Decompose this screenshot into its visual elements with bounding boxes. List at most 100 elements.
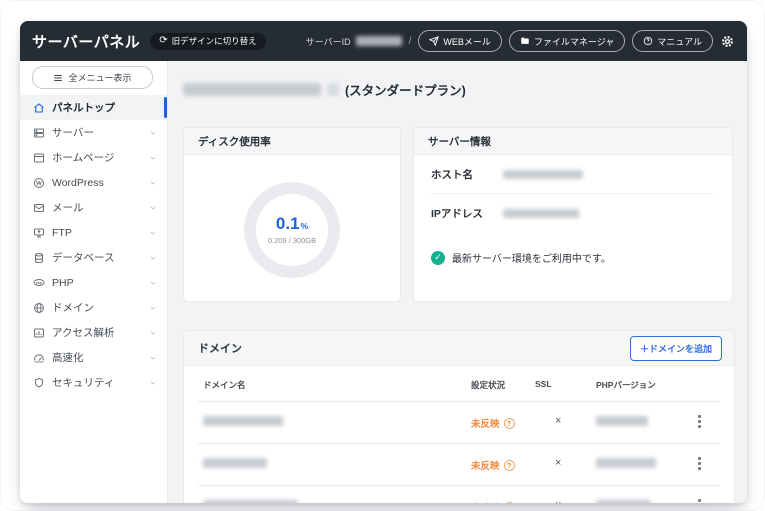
app-title: サーバーパネル [32, 33, 141, 51]
status-badge: 未反映 ? [471, 458, 515, 472]
analytics-icon [33, 327, 45, 339]
sidebar-item-ftp[interactable]: FTP [20, 220, 167, 245]
ssl-status: × [555, 499, 561, 503]
hamburger-icon [53, 73, 63, 83]
gear-icon[interactable] [720, 34, 735, 49]
domain-title: ドメイン [198, 343, 242, 355]
sidebar-item-php[interactable]: php PHP [20, 270, 167, 295]
manual-button[interactable]: マニュアル [632, 30, 713, 52]
all-menu-button[interactable]: 全メニュー表示 [32, 66, 153, 89]
ip-address-value-redacted [503, 208, 579, 218]
server-env-status: ✓ 最新サーバー環境をご利用中です。 [431, 250, 715, 265]
domain-table-row[interactable]: 未反映 ? × [184, 485, 734, 503]
sidebar-item-database[interactable]: データベース [20, 245, 167, 270]
plan-label: (スタンダードプラン) [345, 84, 466, 98]
sidebar-item-access-analytics[interactable]: アクセス解析 [20, 320, 167, 345]
host-name-value-redacted [503, 169, 583, 179]
sidebar-item-speed[interactable]: 高速化 [20, 345, 167, 370]
disk-usage-amount: 0.209 / 300GB [267, 236, 317, 245]
paper-plane-icon [429, 36, 440, 46]
svg-text:php: php [36, 281, 42, 285]
disk-usage-percent: 0.1 % [275, 214, 309, 233]
chevron-down-icon [149, 154, 157, 162]
chevron-down-icon [149, 329, 157, 337]
sidebar-nav: パネルトップ サーバー ホームページ WordPress メール FTP データ… [20, 95, 167, 395]
main-content: (スタンダードプラン) ディスク使用率 0.1 % 0.209 / 300GB … [168, 61, 747, 503]
chevron-down-icon [149, 204, 157, 212]
top-header: サーバーパネル ⟳ 旧デザインに切り替え サーバーID / WEBメール ファイ… [20, 21, 747, 61]
mail-icon [33, 202, 45, 214]
php-version-redacted [596, 416, 648, 426]
question-circle-icon [643, 36, 653, 46]
server-panel-window: サーバーパネル ⟳ 旧デザインに切り替え サーバーID / WEBメール ファイ… [20, 21, 747, 503]
sidebar-item-server[interactable]: サーバー [20, 120, 167, 145]
folder-icon [520, 36, 530, 46]
ip-address-label: IPアドレス [431, 207, 483, 220]
chevron-down-icon [149, 254, 157, 262]
header-separator: / [408, 35, 412, 47]
server-info-card: サーバー情報 ホスト名 IPアドレス ✓ 最新サーバー環境をご利用中です。 [413, 127, 733, 302]
chevron-down-icon [149, 279, 157, 287]
domain-name-redacted [203, 500, 298, 503]
chevron-down-icon [149, 179, 157, 187]
kebab-menu-icon[interactable] [696, 455, 703, 472]
server-icon [33, 127, 45, 139]
domain-name-redacted [203, 416, 283, 426]
domain-name-redacted [203, 458, 267, 468]
php-version-redacted [596, 500, 651, 503]
ssl-status: × [555, 457, 562, 469]
disk-usage-card: ディスク使用率 0.1 % 0.209 / 300GB [183, 127, 401, 302]
sidebar-item-homepage[interactable]: ホームページ [20, 145, 167, 170]
chevron-down-icon [149, 354, 157, 362]
sidebar-item-security[interactable]: セキュリティ [20, 370, 167, 395]
account-name-redacted [183, 83, 321, 96]
domain-table-row[interactable]: 未反映 ? × [184, 443, 734, 485]
domain-table-header: ドメイン名 設定状況 SSL PHPバージョン [184, 379, 734, 399]
col-domain-name: ドメイン名 [203, 380, 246, 390]
chevron-down-icon [149, 229, 157, 237]
help-icon[interactable]: ? [503, 459, 515, 471]
home-icon [33, 102, 45, 114]
server-id: サーバーID [306, 35, 402, 48]
server-id-label: サーバーID [305, 36, 351, 47]
server-env-message: 最新サーバー環境をご利用中です。 [452, 254, 611, 265]
sidebar-item-domain[interactable]: ドメイン [20, 295, 167, 320]
ssl-status: × [555, 415, 562, 427]
switch-old-design-button[interactable]: ⟳ 旧デザインに切り替え [150, 32, 266, 50]
sidebar-item-mail[interactable]: メール [20, 195, 167, 220]
sidebar-item-wordpress[interactable]: WordPress [20, 170, 167, 195]
chevron-down-icon [149, 129, 157, 137]
kebab-menu-icon[interactable] [696, 413, 703, 430]
database-icon [33, 252, 45, 264]
help-icon[interactable]: ? [503, 417, 515, 429]
col-ssl: SSL [535, 379, 552, 389]
sidebar: 全メニュー表示 パネルトップ サーバー ホームページ WordPress メール… [20, 61, 168, 503]
status-badge: 未反映 ? [471, 416, 515, 430]
shield-icon [33, 377, 45, 389]
domain-table-row[interactable]: 未反映 ? × [184, 401, 734, 443]
chevron-down-icon [149, 379, 157, 387]
add-domain-button[interactable]: ＋ドメインを追加 [629, 336, 722, 361]
status-badge: 未反映 ? [471, 500, 515, 503]
sidebar-item-panel-top[interactable]: パネルトップ [20, 95, 167, 120]
server-info-title: サーバー情報 [414, 128, 732, 155]
disk-usage-donut-chart: 0.1 % 0.209 / 300GB [244, 181, 340, 278]
server-id-value-redacted [355, 36, 402, 46]
domain-card: ドメイン ＋ドメインを追加 ドメイン名 設定状況 SSL PHPバージョン 未反… [183, 330, 735, 503]
browser-icon [33, 152, 45, 164]
disk-usage-title: ディスク使用率 [184, 128, 400, 155]
col-php-version: PHPバージョン [596, 380, 656, 390]
host-name-label: ホスト名 [431, 168, 473, 181]
account-title: (スタンダードプラン) [183, 80, 466, 99]
col-status: 設定状況 [471, 380, 506, 390]
webmail-button[interactable]: WEBメール [418, 30, 502, 52]
switch-design-icon: ⟳ [159, 35, 168, 46]
chevron-down-icon [149, 304, 157, 312]
php-icon: php [33, 277, 45, 289]
host-name-row: ホスト名 [431, 155, 715, 193]
check-circle-icon: ✓ [431, 250, 445, 265]
wordpress-icon [33, 177, 45, 189]
file-manager-button[interactable]: ファイルマネージャ [508, 30, 626, 52]
help-icon[interactable]: ? [503, 501, 515, 503]
kebab-menu-icon[interactable] [696, 497, 703, 503]
